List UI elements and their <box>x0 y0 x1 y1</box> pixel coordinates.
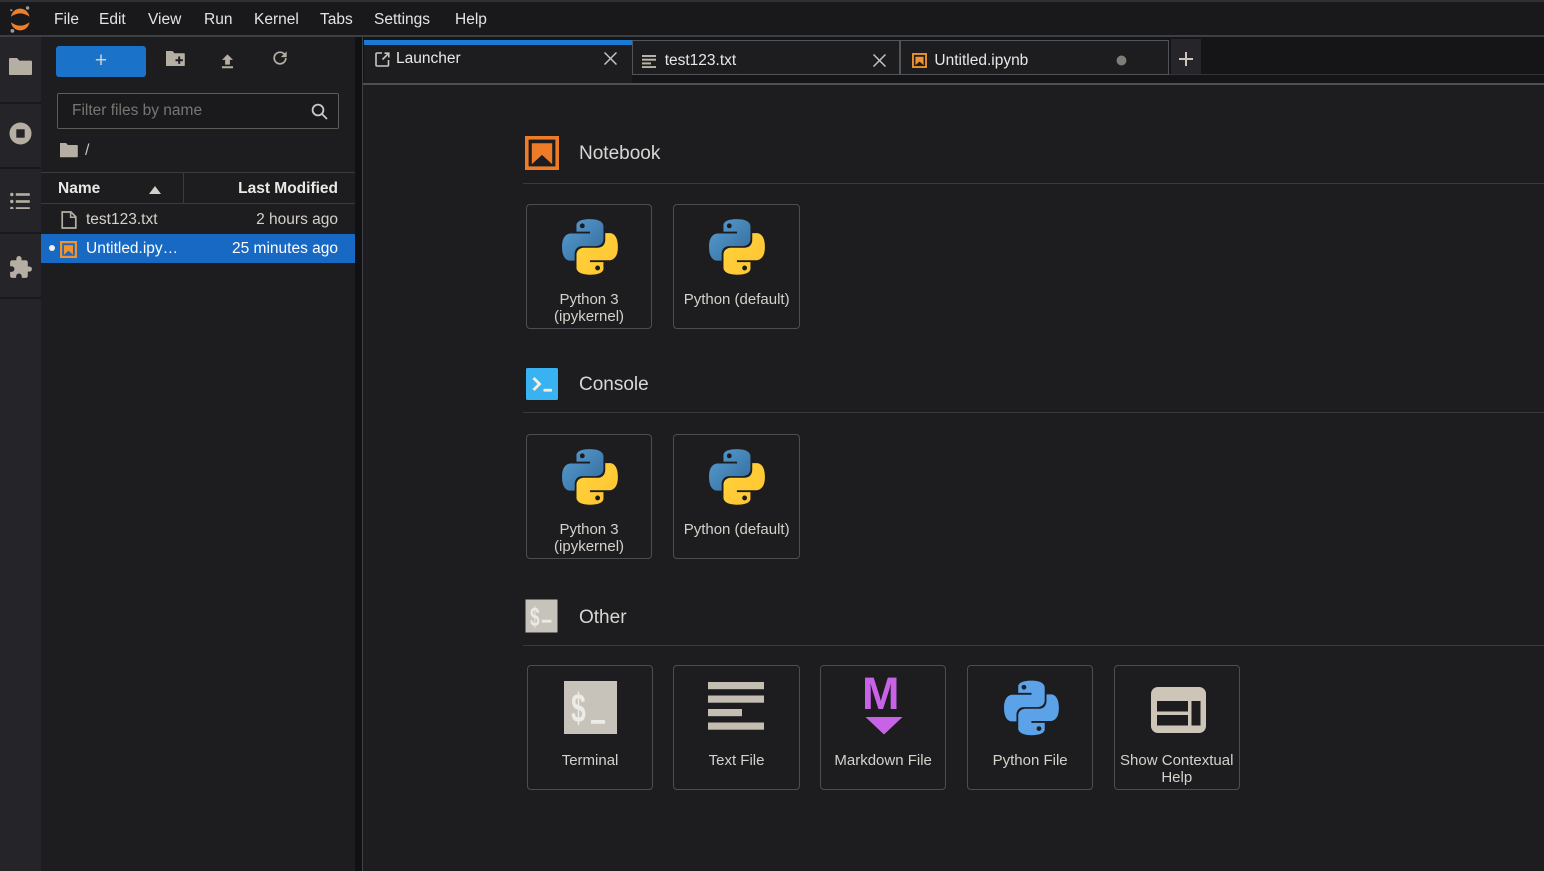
svg-text:M: M <box>862 671 900 719</box>
svg-text:$: $ <box>530 600 540 631</box>
svg-text:$: $ <box>571 686 586 731</box>
